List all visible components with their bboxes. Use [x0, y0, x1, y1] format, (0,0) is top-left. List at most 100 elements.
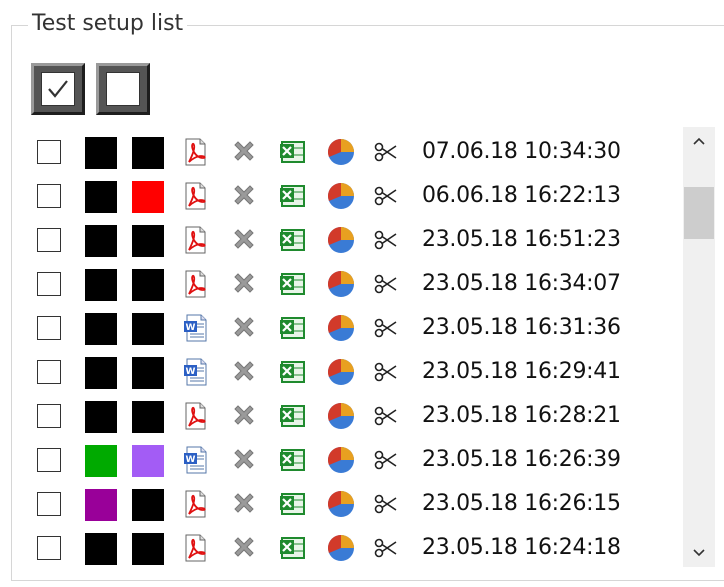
color-swatch-primary[interactable] [85, 269, 117, 301]
scissors-icon[interactable] [370, 312, 402, 344]
pie-chart-icon[interactable] [325, 356, 357, 388]
row-timestamp[interactable]: 07.06.18 10:34:30 [422, 137, 621, 167]
color-swatch-primary[interactable] [85, 357, 117, 389]
list-item[interactable]: 23.05.18 16:24:18 [0, 527, 680, 567]
delete-icon[interactable] [228, 356, 260, 388]
color-swatch-primary[interactable] [85, 533, 117, 565]
row-checkbox[interactable] [37, 404, 61, 428]
color-swatch-secondary[interactable] [132, 137, 164, 169]
delete-icon[interactable] [228, 400, 260, 432]
excel-icon[interactable] [276, 400, 308, 432]
pdf-document-icon[interactable] [179, 532, 211, 564]
excel-icon[interactable] [276, 532, 308, 564]
list-item[interactable]: 07.06.18 10:34:30 [0, 131, 680, 171]
color-swatch-secondary[interactable] [132, 269, 164, 301]
word-document-icon[interactable]: W [179, 444, 211, 476]
color-swatch-primary[interactable] [85, 181, 117, 213]
row-checkbox[interactable] [37, 448, 61, 472]
delete-icon[interactable] [228, 180, 260, 212]
color-swatch-secondary[interactable] [132, 357, 164, 389]
scroll-thumb[interactable] [684, 187, 714, 239]
delete-icon[interactable] [228, 268, 260, 300]
row-timestamp[interactable]: 23.05.18 16:26:39 [422, 445, 621, 475]
color-swatch-primary[interactable] [85, 313, 117, 345]
delete-icon[interactable] [228, 312, 260, 344]
color-swatch-secondary[interactable] [132, 445, 164, 477]
scroll-up-button[interactable] [683, 127, 715, 155]
pie-chart-icon[interactable] [325, 224, 357, 256]
pie-chart-icon[interactable] [325, 400, 357, 432]
color-swatch-secondary[interactable] [132, 489, 164, 521]
row-checkbox[interactable] [37, 272, 61, 296]
color-swatch-primary[interactable] [85, 401, 117, 433]
delete-icon[interactable] [228, 136, 260, 168]
scissors-icon[interactable] [370, 488, 402, 520]
row-checkbox[interactable] [37, 184, 61, 208]
scissors-icon[interactable] [370, 532, 402, 564]
scissors-icon[interactable] [370, 356, 402, 388]
color-swatch-secondary[interactable] [132, 181, 164, 213]
color-swatch-primary[interactable] [85, 137, 117, 169]
row-checkbox[interactable] [37, 140, 61, 164]
row-timestamp[interactable]: 23.05.18 16:34:07 [422, 269, 621, 299]
word-document-icon[interactable]: W [179, 312, 211, 344]
excel-icon[interactable] [276, 488, 308, 520]
pdf-document-icon[interactable] [179, 400, 211, 432]
row-timestamp[interactable]: 23.05.18 16:28:21 [422, 401, 621, 431]
delete-icon[interactable] [228, 532, 260, 564]
scissors-icon[interactable] [370, 444, 402, 476]
scissors-icon[interactable] [370, 180, 402, 212]
delete-icon[interactable] [228, 488, 260, 520]
word-document-icon[interactable]: W [179, 356, 211, 388]
scissors-icon[interactable] [370, 224, 402, 256]
list-item[interactable]: W 23.05.18 16:29:41 [0, 351, 680, 391]
excel-icon[interactable] [276, 444, 308, 476]
scroll-down-button[interactable] [683, 539, 715, 567]
excel-icon[interactable] [276, 136, 308, 168]
scissors-icon[interactable] [370, 268, 402, 300]
pie-chart-icon[interactable] [325, 444, 357, 476]
row-timestamp[interactable]: 23.05.18 16:51:23 [422, 225, 621, 255]
row-checkbox[interactable] [37, 316, 61, 340]
list-item[interactable]: 06.06.18 16:22:13 [0, 175, 680, 215]
pie-chart-icon[interactable] [325, 136, 357, 168]
color-swatch-primary[interactable] [85, 445, 117, 477]
list-item[interactable]: W 23.05.18 16:26:39 [0, 439, 680, 479]
color-swatch-secondary[interactable] [132, 533, 164, 565]
excel-icon[interactable] [276, 268, 308, 300]
pie-chart-icon[interactable] [325, 180, 357, 212]
delete-icon[interactable] [228, 444, 260, 476]
row-timestamp[interactable]: 23.05.18 16:29:41 [422, 357, 621, 387]
pdf-document-icon[interactable] [179, 488, 211, 520]
scissors-icon[interactable] [370, 136, 402, 168]
color-swatch-secondary[interactable] [132, 313, 164, 345]
scissors-icon[interactable] [370, 400, 402, 432]
pie-chart-icon[interactable] [325, 488, 357, 520]
color-swatch-primary[interactable] [85, 225, 117, 257]
list-item[interactable]: 23.05.18 16:34:07 [0, 263, 680, 303]
row-checkbox[interactable] [37, 492, 61, 516]
excel-icon[interactable] [276, 312, 308, 344]
excel-icon[interactable] [276, 224, 308, 256]
pdf-document-icon[interactable] [179, 224, 211, 256]
row-timestamp[interactable]: 23.05.18 16:31:36 [422, 313, 621, 343]
color-swatch-secondary[interactable] [132, 225, 164, 257]
excel-icon[interactable] [276, 180, 308, 212]
pdf-document-icon[interactable] [179, 268, 211, 300]
row-timestamp[interactable]: 23.05.18 16:26:15 [422, 489, 621, 519]
row-checkbox[interactable] [37, 360, 61, 384]
list-item[interactable]: 23.05.18 16:51:23 [0, 219, 680, 259]
pie-chart-icon[interactable] [325, 312, 357, 344]
pie-chart-icon[interactable] [325, 268, 357, 300]
list-item[interactable]: W 23.05.18 16:31:36 [0, 307, 680, 347]
list-item[interactable]: 23.05.18 16:28:21 [0, 395, 680, 435]
pdf-document-icon[interactable] [179, 136, 211, 168]
row-timestamp[interactable]: 06.06.18 16:22:13 [422, 181, 621, 211]
color-swatch-secondary[interactable] [132, 401, 164, 433]
pie-chart-icon[interactable] [325, 532, 357, 564]
excel-icon[interactable] [276, 356, 308, 388]
row-timestamp[interactable]: 23.05.18 16:24:18 [422, 533, 621, 563]
row-checkbox[interactable] [37, 536, 61, 560]
row-checkbox[interactable] [37, 228, 61, 252]
pdf-document-icon[interactable] [179, 180, 211, 212]
